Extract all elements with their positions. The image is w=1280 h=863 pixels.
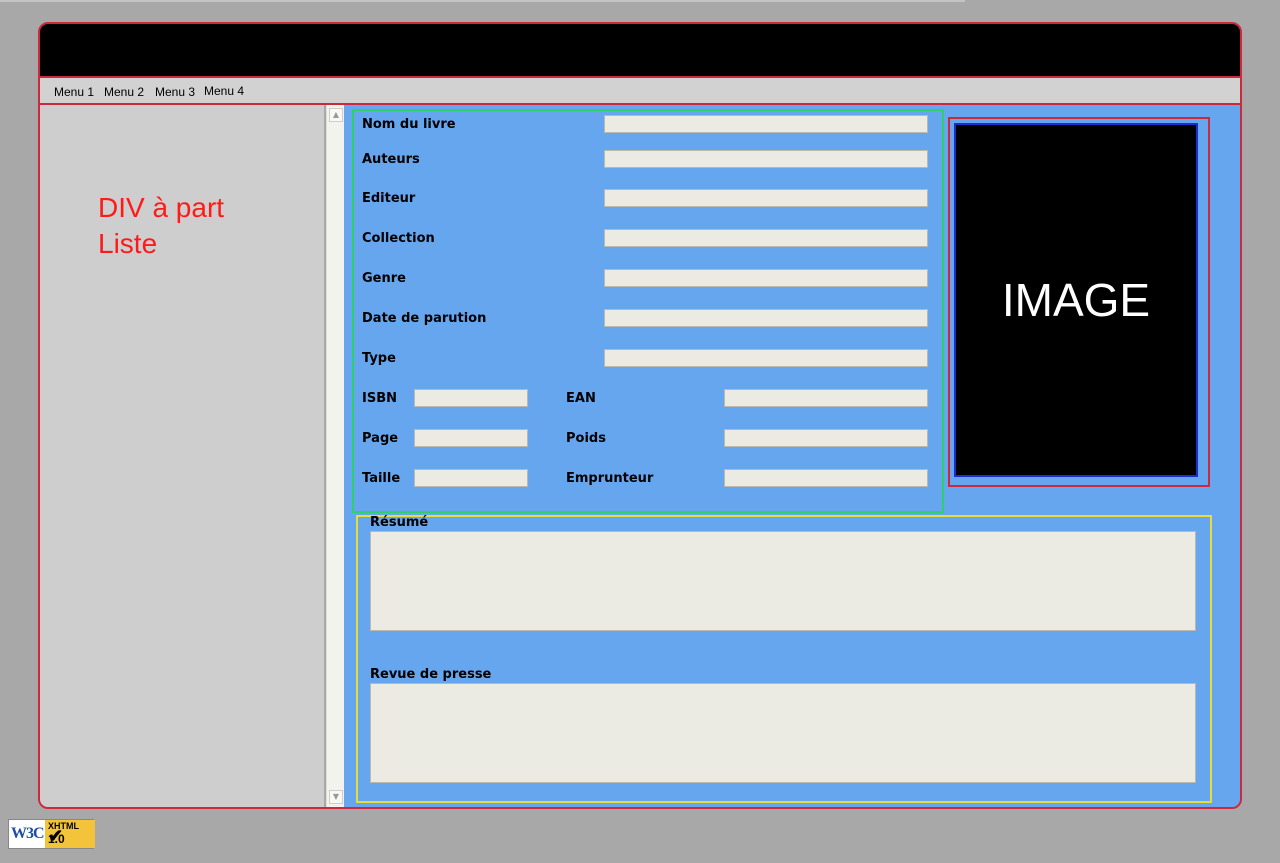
- book-image-frame: IMAGE: [948, 117, 1210, 487]
- w3c-xhtml-badge[interactable]: W3C XHTML 1.0 ✔: [8, 819, 95, 849]
- vertical-scrollbar[interactable]: ▲ ▼: [326, 105, 344, 807]
- label-collection: Collection: [362, 231, 435, 246]
- book-detail-panel: Nom du livre Auteurs Editeur Collection …: [344, 105, 1240, 807]
- input-isbn[interactable]: [414, 389, 528, 407]
- w3c-logo: W3C: [11, 825, 45, 842]
- sidebar-caption-line2: Liste: [98, 228, 158, 259]
- header-banner: [40, 24, 1240, 78]
- top-strip: [0, 0, 965, 2]
- textarea-revue-de-presse[interactable]: [370, 683, 1196, 783]
- label-genre: Genre: [362, 271, 406, 286]
- text-sections-box: Résumé Revue de presse: [356, 515, 1212, 803]
- scroll-down-button[interactable]: ▼: [329, 790, 343, 804]
- label-emprunteur: Emprunteur: [566, 471, 654, 486]
- label-nom-du-livre: Nom du livre: [362, 117, 456, 132]
- input-editeur[interactable]: [604, 189, 928, 207]
- label-isbn: ISBN: [362, 391, 397, 406]
- label-page: Page: [362, 431, 399, 446]
- input-nom-du-livre[interactable]: [604, 115, 928, 133]
- input-date-de-parution[interactable]: [604, 309, 928, 327]
- label-date-de-parution: Date de parution: [362, 311, 487, 326]
- check-icon: ✔: [48, 826, 64, 846]
- label-poids: Poids: [566, 431, 606, 446]
- image-placeholder-text: IMAGE: [1001, 274, 1151, 326]
- label-resume: Résumé: [370, 515, 429, 530]
- input-collection[interactable]: [604, 229, 928, 247]
- label-taille: Taille: [362, 471, 401, 486]
- page-frame: Menu 1 Menu 2 Menu 3 Menu 4 DIV à part L…: [38, 22, 1242, 809]
- label-editeur: Editeur: [362, 191, 416, 206]
- input-poids[interactable]: [724, 429, 928, 447]
- input-auteurs[interactable]: [604, 150, 928, 168]
- textarea-resume[interactable]: [370, 531, 1196, 631]
- sidebar-caption: DIV à part Liste: [98, 190, 318, 262]
- xhtml-version-block: XHTML 1.0 ✔: [45, 820, 95, 848]
- sidebar-caption-line1: DIV à part: [98, 192, 225, 223]
- menu-bar: Menu 1 Menu 2 Menu 3 Menu 4: [40, 78, 1240, 105]
- input-taille[interactable]: [414, 469, 528, 487]
- scroll-up-button[interactable]: ▲: [329, 108, 343, 122]
- label-revue-de-presse: Revue de presse: [370, 667, 492, 682]
- input-emprunteur[interactable]: [724, 469, 928, 487]
- sidebar-list: DIV à part Liste: [40, 105, 324, 807]
- label-auteurs: Auteurs: [362, 152, 420, 167]
- menu-item-4[interactable]: Menu 4: [204, 84, 244, 98]
- input-type[interactable]: [604, 349, 928, 367]
- book-cover-image: IMAGE: [954, 123, 1198, 477]
- menu-item-3[interactable]: Menu 3: [155, 85, 195, 99]
- book-info-box: Nom du livre Auteurs Editeur Collection …: [352, 109, 944, 513]
- input-ean[interactable]: [724, 389, 928, 407]
- menu-item-2[interactable]: Menu 2: [104, 85, 144, 99]
- input-page[interactable]: [414, 429, 528, 447]
- menu-item-1[interactable]: Menu 1: [54, 85, 94, 99]
- label-type: Type: [362, 351, 396, 366]
- input-genre[interactable]: [604, 269, 928, 287]
- label-ean: EAN: [566, 391, 596, 406]
